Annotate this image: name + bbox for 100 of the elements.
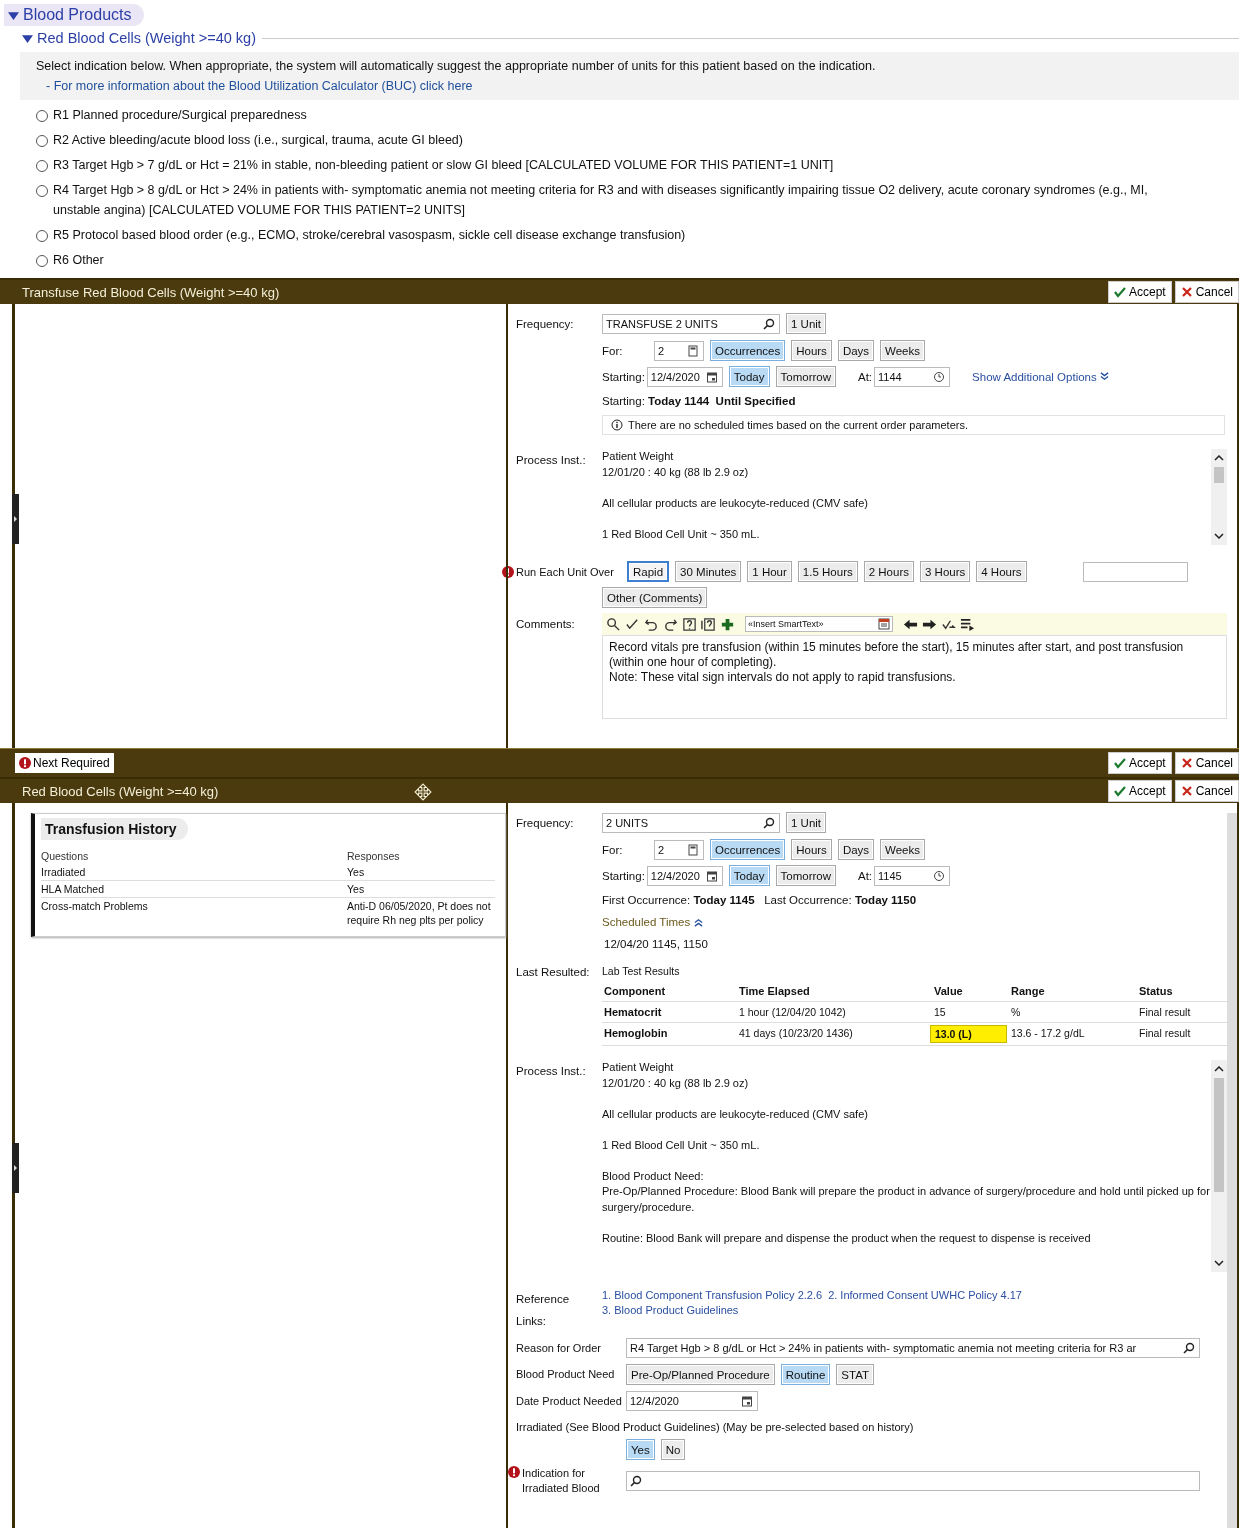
date-field[interactable]: 12/4/2020 bbox=[646, 366, 723, 387]
scroll-up-icon[interactable] bbox=[1214, 1066, 1224, 1072]
reference-link[interactable]: 3. Blood Product Guidelines bbox=[602, 1303, 739, 1318]
next-required-button[interactable]: Next Required bbox=[15, 753, 114, 773]
product-need-button[interactable]: STAT bbox=[836, 1364, 875, 1385]
reference-link[interactable]: 1. Blood Component Transfusion Policy 2.2.6 bbox=[602, 1288, 823, 1303]
calculator-icon bbox=[687, 843, 699, 856]
duration-button[interactable]: 3 Hours bbox=[920, 561, 971, 582]
info-link[interactable]: - For more information about the Blood Utilization Calculator (BUC) click here bbox=[46, 79, 473, 93]
order-title: Transfuse Red Blood Cells (Weight >=40 kg) bbox=[22, 284, 280, 300]
day-button[interactable]: Tomorrow bbox=[775, 865, 836, 886]
plus-icon[interactable] bbox=[720, 616, 735, 632]
indication-field[interactable] bbox=[626, 1471, 1200, 1491]
order-action-button[interactable]: Cancel bbox=[1174, 281, 1239, 303]
help-icon[interactable] bbox=[682, 616, 697, 632]
instruction-text: All cellular products are leukocyte-reduced (CMV safe) bbox=[602, 1106, 869, 1122]
field-label: Reference Links: bbox=[516, 1292, 571, 1329]
required-icon bbox=[19, 757, 31, 769]
table-cell-text: Yes bbox=[347, 865, 366, 879]
intro-text: Select indication below. When appropriate, the system will automatically suggest the appropriate number of units for this patient based on the indication. bbox=[36, 58, 877, 75]
table-cell-text: Hemoglobin bbox=[604, 1026, 669, 1041]
field-label: Blood Product Need bbox=[516, 1367, 616, 1382]
duration-button[interactable]: 2 Hours bbox=[863, 561, 914, 582]
day-button[interactable]: Today bbox=[728, 366, 770, 387]
field-label: Frequency: bbox=[516, 317, 575, 332]
duration-unit-button[interactable]: Occurrences bbox=[710, 340, 786, 361]
show-options-link[interactable]: Show Additional Options bbox=[972, 370, 1109, 383]
duration-button[interactable]: 4 Hours bbox=[976, 561, 1027, 582]
duration-button[interactable]: 30 Minutes bbox=[675, 561, 742, 582]
field-label: Starting: bbox=[602, 370, 645, 383]
duration-button[interactable]: Rapid bbox=[627, 561, 670, 582]
duration-unit-button[interactable]: Days bbox=[837, 340, 875, 361]
order-action-button[interactable]: Accept bbox=[1107, 780, 1172, 802]
field-label: For: bbox=[602, 344, 624, 357]
smarttext-field[interactable]: «Insert SmartText» bbox=[745, 616, 893, 632]
order-action-button[interactable]: Accept bbox=[1107, 752, 1172, 774]
comments-field[interactable]: Record vitals pre transfusion (within 15 minutes before the start), 15 minutes after start, and post transfusion (within one hour of completing). Note: These vital sign intervals do not apply to rapid transfusions. bbox=[602, 635, 1227, 719]
order-action-button[interactable]: Cancel bbox=[1174, 752, 1239, 774]
section-header[interactable]: Blood Products bbox=[4, 4, 144, 26]
frequency-field[interactable]: TRANSFUSE 2 UNITS bbox=[602, 313, 780, 334]
table-cell-text: Irradiated bbox=[41, 865, 87, 879]
clock-icon bbox=[933, 370, 946, 383]
time-field[interactable]: 1145 bbox=[874, 865, 951, 886]
count-field[interactable]: 2 bbox=[654, 340, 704, 361]
duration-button[interactable]: 1.5 Hours bbox=[797, 561, 858, 582]
product-need-button[interactable]: Routine bbox=[780, 1364, 831, 1385]
duration-unit-button[interactable]: Weeks bbox=[880, 340, 926, 361]
duration-button[interactable]: 1 Hour bbox=[747, 561, 792, 582]
table-cell-text: 41 days (10/23/20 1436) bbox=[739, 1026, 854, 1041]
irradiated-button[interactable]: Yes bbox=[626, 1439, 655, 1460]
scheduled-times-toggle[interactable]: Scheduled Times bbox=[602, 914, 704, 930]
scrollbar[interactable] bbox=[1211, 449, 1227, 545]
field-label: Irradiated (See Blood Product Guidelines) (May be pre-selected based on history) bbox=[516, 1421, 915, 1433]
day-button[interactable]: Today bbox=[728, 865, 770, 886]
unit-button[interactable]: 1 Unit bbox=[786, 313, 827, 334]
calculator-icon bbox=[687, 344, 699, 357]
order-action-button[interactable]: Accept bbox=[1107, 281, 1172, 303]
unit-button[interactable]: 1 Unit bbox=[786, 812, 827, 833]
info-icon bbox=[611, 419, 623, 431]
scrollbar[interactable] bbox=[1211, 1060, 1227, 1272]
search-icon bbox=[763, 317, 775, 330]
splitter-handle-icon[interactable] bbox=[12, 1143, 19, 1193]
instruction-text: Routine: Blood Bank will prepare and dispense the product when the request to dispense is received bbox=[602, 1230, 1092, 1246]
scroll-thumb[interactable] bbox=[1214, 1078, 1224, 1192]
scroll-thumb[interactable] bbox=[1214, 467, 1224, 483]
scroll-down-icon[interactable] bbox=[1214, 1260, 1224, 1266]
duration-unit-button[interactable]: Days bbox=[837, 839, 875, 860]
day-button[interactable]: Tomorrow bbox=[775, 366, 836, 387]
scroll-up-icon[interactable] bbox=[1214, 455, 1224, 461]
calendar-icon bbox=[741, 1395, 753, 1407]
duration-unit-button[interactable]: Occurrences bbox=[710, 839, 786, 860]
reason-field[interactable]: R4 Target Hgb > 8 g/dL or Hct > 24% in patients with- symptomatic anemia not meeting criteria for R3 ar bbox=[626, 1338, 1200, 1358]
irradiated-button[interactable]: No bbox=[660, 1439, 686, 1460]
date-field[interactable]: 12/4/2020 bbox=[626, 1391, 758, 1411]
field-label: For: bbox=[602, 843, 624, 856]
order-action-button[interactable]: Cancel bbox=[1174, 780, 1239, 802]
indication-label: R5 Protocol based blood order (e.g., ECMO, stroke/cerebral vasospasm, sickle cell disease exchange transfusion) bbox=[53, 226, 686, 244]
reference-link[interactable]: 2. Informed Consent UWHC Policy 4.17 bbox=[828, 1288, 1022, 1303]
list-arrow-icon[interactable] bbox=[960, 616, 975, 632]
duration-unit-button[interactable]: Hours bbox=[791, 839, 832, 860]
move-icon[interactable] bbox=[414, 783, 432, 801]
product-need-button[interactable]: Pre-Op/Planned Procedure bbox=[626, 1364, 775, 1385]
frequency-field[interactable]: 2 UNITS bbox=[602, 812, 780, 833]
duration-unit-button[interactable]: Weeks bbox=[880, 839, 926, 860]
column-header: Responses bbox=[347, 849, 401, 863]
scrollbar[interactable] bbox=[1227, 813, 1237, 1528]
field-label: Process Inst.: bbox=[516, 453, 587, 468]
count-field[interactable]: 2 bbox=[654, 839, 704, 860]
time-field[interactable]: 1144 bbox=[874, 366, 951, 387]
field-label: Comments: bbox=[516, 617, 576, 632]
date-field[interactable]: 12/4/2020 bbox=[646, 865, 723, 886]
text-field[interactable] bbox=[1082, 561, 1188, 582]
subsection-header[interactable]: Red Blood Cells (Weight >=40 kg) bbox=[22, 30, 256, 46]
help-list-icon[interactable] bbox=[701, 616, 716, 632]
other-comments-button[interactable]: Other (Comments) bbox=[602, 587, 708, 608]
zoom-icon[interactable] bbox=[606, 616, 621, 632]
scheduled-times-value: 12/04/20 1145, 1150 bbox=[604, 937, 708, 952]
splitter-handle-icon[interactable] bbox=[12, 494, 19, 544]
duration-unit-button[interactable]: Hours bbox=[791, 340, 832, 361]
scroll-down-icon[interactable] bbox=[1214, 533, 1224, 539]
